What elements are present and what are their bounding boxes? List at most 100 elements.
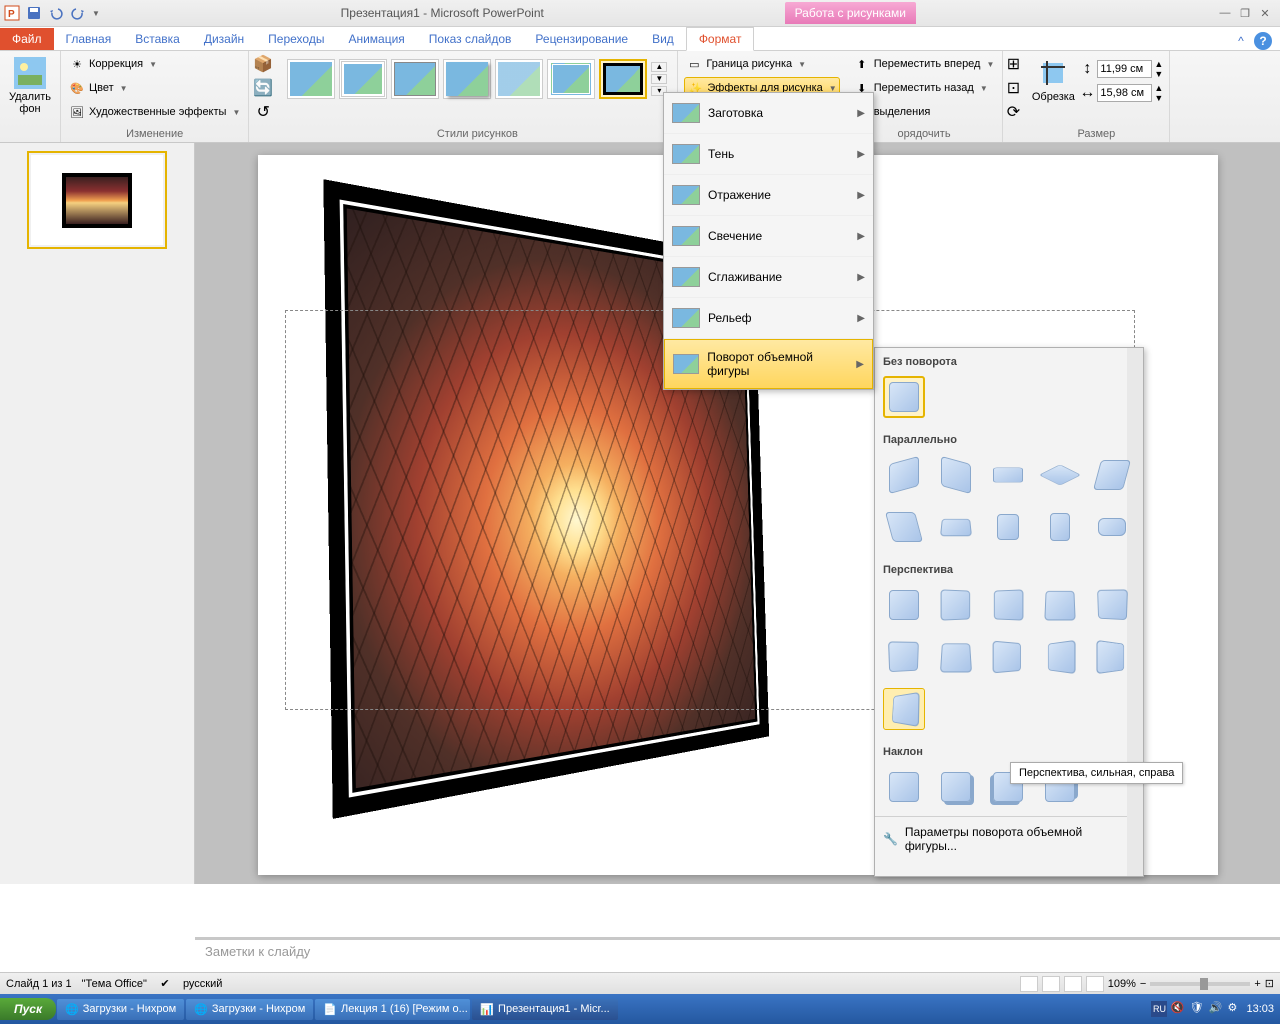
tab-transitions[interactable]: Переходы: [256, 28, 336, 50]
spell-icon[interactable]: ✔: [157, 976, 173, 992]
picture-border-button[interactable]: ▭Граница рисунка▼: [684, 53, 839, 75]
rot-persp-8[interactable]: [987, 636, 1029, 678]
tab-file[interactable]: Файл: [0, 28, 54, 50]
rot-parallel-9[interactable]: [1039, 506, 1081, 548]
tab-review[interactable]: Рецензирование: [523, 28, 640, 50]
style-thumb-6[interactable]: [547, 59, 595, 99]
tray-icon-2[interactable]: 🛡: [1189, 1001, 1205, 1017]
height-input[interactable]: 11,99 см: [1097, 60, 1152, 78]
rot-oblique-1[interactable]: [883, 766, 925, 808]
rot-parallel-3[interactable]: [987, 454, 1029, 496]
lang-indicator[interactable]: RU: [1151, 1001, 1167, 1017]
close-button[interactable]: ✕: [1256, 5, 1274, 21]
gallery-scrollbar[interactable]: [1127, 348, 1143, 876]
align-icon[interactable]: ⊞: [1005, 53, 1021, 75]
corrections-button[interactable]: ☀Коррекция▼: [67, 53, 242, 75]
fx-glow[interactable]: Свечение▶: [664, 216, 873, 257]
tray-icon-3[interactable]: 🔊: [1208, 1001, 1224, 1017]
width-input[interactable]: 15,98 см: [1097, 84, 1152, 102]
rot-persp-1[interactable]: [883, 584, 925, 626]
window-controls: — ❐ ✕: [1216, 5, 1280, 21]
task-item-1[interactable]: 🌐Загрузки - Нихром: [57, 999, 184, 1020]
tab-format[interactable]: Формат: [686, 27, 755, 51]
remove-background-button[interactable]: Удалить фон: [6, 53, 54, 119]
undo-icon[interactable]: [46, 3, 66, 23]
minimize-button[interactable]: —: [1216, 5, 1234, 21]
notes-pane[interactable]: Заметки к слайду: [195, 937, 1280, 965]
zoom-slider[interactable]: [1150, 982, 1250, 986]
start-button[interactable]: Пуск: [0, 998, 56, 1020]
task-item-4[interactable]: 📊Презентация1 - Micr...: [472, 999, 617, 1020]
fx-preset[interactable]: Заготовка▶: [664, 93, 873, 134]
tab-insert[interactable]: Вставка: [123, 28, 192, 50]
fx-soft-edges[interactable]: Сглаживание▶: [664, 257, 873, 298]
view-reading-button[interactable]: [1064, 976, 1082, 992]
fit-button[interactable]: ⊡: [1265, 977, 1274, 990]
view-slideshow-button[interactable]: [1086, 976, 1104, 992]
zoom-in-button[interactable]: +: [1254, 978, 1260, 990]
rotate-icon[interactable]: ⟳: [1005, 101, 1021, 123]
style-thumb-2[interactable]: [339, 59, 387, 99]
tray-icon-1[interactable]: 🔇: [1170, 1001, 1186, 1017]
tab-slideshow[interactable]: Показ слайдов: [417, 28, 524, 50]
fx-shadow[interactable]: Тень▶: [664, 134, 873, 175]
task-item-2[interactable]: 🌐Загрузки - Нихром: [186, 999, 313, 1020]
rot-persp-6[interactable]: [883, 636, 925, 678]
compress-icon[interactable]: 📦: [255, 53, 271, 75]
rot-parallel-8[interactable]: [987, 506, 1029, 548]
group-icon[interactable]: ⊡: [1005, 77, 1021, 99]
task-item-3[interactable]: 📄Лекция 1 (16) [Режим о...: [315, 999, 470, 1020]
fx-bevel[interactable]: Рельеф▶: [664, 298, 873, 339]
view-sorter-button[interactable]: [1042, 976, 1060, 992]
zoom-level[interactable]: 109%: [1108, 978, 1136, 990]
minimize-ribbon-icon[interactable]: ^: [1232, 32, 1250, 50]
style-thumb-3[interactable]: [391, 59, 439, 99]
crop-button[interactable]: Обрезка: [1029, 53, 1077, 107]
rot-parallel-6[interactable]: [883, 506, 925, 548]
rotation-gallery: Без поворота Параллельно Перспектива: [874, 347, 1144, 877]
app-icon[interactable]: P: [2, 3, 22, 23]
rot-parallel-2[interactable]: [935, 454, 977, 496]
rot-parallel-1[interactable]: [883, 454, 925, 496]
view-normal-button[interactable]: [1020, 976, 1038, 992]
style-thumb-1[interactable]: [287, 59, 335, 99]
change-picture-icon[interactable]: 🔄: [255, 77, 271, 99]
style-thumb-5[interactable]: [495, 59, 543, 99]
qat-more-icon[interactable]: ▼: [92, 9, 100, 18]
tray-icon-4[interactable]: ⚙: [1227, 1001, 1243, 1017]
language-info[interactable]: русский: [183, 978, 222, 990]
rot-persp-9[interactable]: [1039, 636, 1081, 678]
rot-persp-3[interactable]: [987, 584, 1029, 626]
taskbar: Пуск 🌐Загрузки - Нихром 🌐Загрузки - Нихр…: [0, 994, 1280, 1024]
restore-button[interactable]: ❐: [1236, 5, 1254, 21]
chevron-right-icon: ▶: [857, 149, 865, 160]
glow-icon: [672, 226, 700, 246]
tab-home[interactable]: Главная: [54, 28, 124, 50]
color-button[interactable]: 🎨Цвет▼: [67, 77, 242, 99]
slide-thumbnail-1[interactable]: [27, 151, 167, 249]
rot-oblique-2[interactable]: [935, 766, 977, 808]
fx-reflection[interactable]: Отражение▶: [664, 175, 873, 216]
tab-animation[interactable]: Анимация: [336, 28, 416, 50]
style-thumb-4[interactable]: [443, 59, 491, 99]
rot-none[interactable]: [883, 376, 925, 418]
tab-view[interactable]: Вид: [640, 28, 686, 50]
fx-3d-rotation[interactable]: Поворот объемной фигуры▶: [664, 339, 873, 389]
style-thumb-7[interactable]: [599, 59, 647, 99]
tab-design[interactable]: Дизайн: [192, 28, 256, 50]
reset-icon[interactable]: ↺: [255, 101, 271, 123]
rot-parallel-4[interactable]: [1039, 454, 1081, 496]
save-icon[interactable]: [24, 3, 44, 23]
help-icon[interactable]: ?: [1254, 32, 1272, 50]
redo-icon[interactable]: [68, 3, 88, 23]
clock[interactable]: 13:03: [1246, 1003, 1274, 1015]
zoom-out-button[interactable]: −: [1140, 978, 1146, 990]
artistic-effects-button[interactable]: 🖼Художественные эффекты▼: [67, 101, 242, 123]
bring-forward-button[interactable]: ⬆Переместить вперед▼: [852, 53, 997, 75]
rotation-options-button[interactable]: 🔧 Параметры поворота объемной фигуры...: [875, 816, 1143, 861]
rot-parallel-7[interactable]: [935, 506, 977, 548]
rot-persp-4[interactable]: [1039, 584, 1081, 626]
rot-persp-11[interactable]: [883, 688, 925, 730]
rot-persp-7[interactable]: [935, 636, 977, 678]
rot-persp-2[interactable]: [935, 584, 977, 626]
